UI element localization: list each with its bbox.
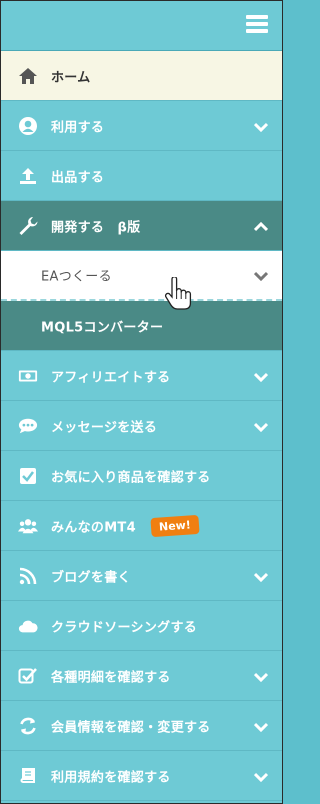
- menu-item-favorites[interactable]: お気に入り商品を確認する: [1, 451, 282, 501]
- menu-item-terms[interactable]: 利用規約を確認する: [1, 751, 282, 801]
- menu-item-label: メッセージを送る: [51, 420, 158, 435]
- refresh-icon: [18, 716, 38, 736]
- submenu-item-ea-tool[interactable]: EAつくーる: [1, 251, 282, 301]
- cloud-icon: [18, 616, 38, 636]
- menu-item-use[interactable]: 利用する: [1, 101, 282, 151]
- menu-item-label: EAつくーる: [41, 269, 112, 285]
- money-icon: [18, 366, 38, 386]
- home-icon: [18, 66, 38, 86]
- menu-item-label: 利用する: [51, 120, 105, 135]
- book-icon: [18, 766, 38, 786]
- menu-item-sell[interactable]: 出品する: [1, 151, 282, 201]
- menu-item-label: 利用規約を確認する: [51, 770, 171, 785]
- chevron-down-icon[interactable]: [253, 421, 269, 432]
- chevron-down-icon[interactable]: [253, 571, 269, 582]
- menu-item-label: みんなのMT4: [51, 520, 136, 535]
- menu-item-label: 開発する β版: [51, 220, 141, 235]
- menu-item-label: クラウドソーシングする: [51, 620, 198, 635]
- check-square-icon: [18, 666, 38, 686]
- menu-item-label: 会員情報を確認・変更する: [51, 720, 211, 735]
- wrench-icon: [18, 216, 38, 236]
- menu-item-crowdsourcing[interactable]: クラウドソーシングする: [1, 601, 282, 651]
- menu-item-blog[interactable]: ブログを書く: [1, 551, 282, 601]
- side-menu: ホーム 利用する 出品する 開発する β版 EAつくーる MQL5コンバーター: [0, 0, 283, 804]
- hand-pointer-cursor-icon: [163, 276, 193, 311]
- menu-item-account[interactable]: 会員情報を確認・変更する: [1, 701, 282, 751]
- chevron-down-icon[interactable]: [253, 671, 269, 682]
- menu-item-label: ブログを書く: [51, 570, 131, 585]
- menu-item-message[interactable]: メッセージを送る: [1, 401, 282, 451]
- chevron-down-icon[interactable]: [253, 121, 269, 132]
- menu-header: [1, 1, 282, 51]
- hamburger-menu-icon[interactable]: [246, 15, 268, 33]
- menu-item-label: MQL5コンバーター: [41, 320, 164, 335]
- menu-item-label: ホーム: [51, 70, 91, 85]
- users-icon: [18, 516, 38, 536]
- chevron-down-icon[interactable]: [253, 721, 269, 732]
- rss-icon: [18, 566, 38, 586]
- menu-item-community-mt4[interactable]: みんなのMT4 New!: [1, 501, 282, 551]
- menu-item-label: 出品する: [51, 170, 105, 185]
- chat-icon: [18, 416, 38, 436]
- menu-item-develop[interactable]: 開発する β版: [1, 201, 282, 251]
- submenu-item-mql5-converter[interactable]: MQL5コンバーター: [1, 301, 282, 351]
- menu-item-label: お気に入り商品を確認する: [51, 470, 211, 485]
- menu-item-affiliate[interactable]: アフィリエイトする: [1, 351, 282, 401]
- user-circle-icon: [18, 116, 38, 136]
- upload-icon: [18, 166, 38, 186]
- menu-item-home[interactable]: ホーム: [1, 51, 282, 101]
- new-badge: New!: [150, 514, 200, 537]
- chevron-down-icon[interactable]: [253, 270, 269, 282]
- chevron-down-icon[interactable]: [253, 371, 269, 382]
- checkbox-icon: [18, 466, 38, 486]
- menu-item-label: 各種明細を確認する: [51, 670, 171, 685]
- menu-item-statements[interactable]: 各種明細を確認する: [1, 651, 282, 701]
- chevron-up-icon[interactable]: [253, 221, 269, 231]
- menu-item-label: アフィリエイトする: [51, 370, 171, 385]
- chevron-down-icon[interactable]: [253, 771, 269, 782]
